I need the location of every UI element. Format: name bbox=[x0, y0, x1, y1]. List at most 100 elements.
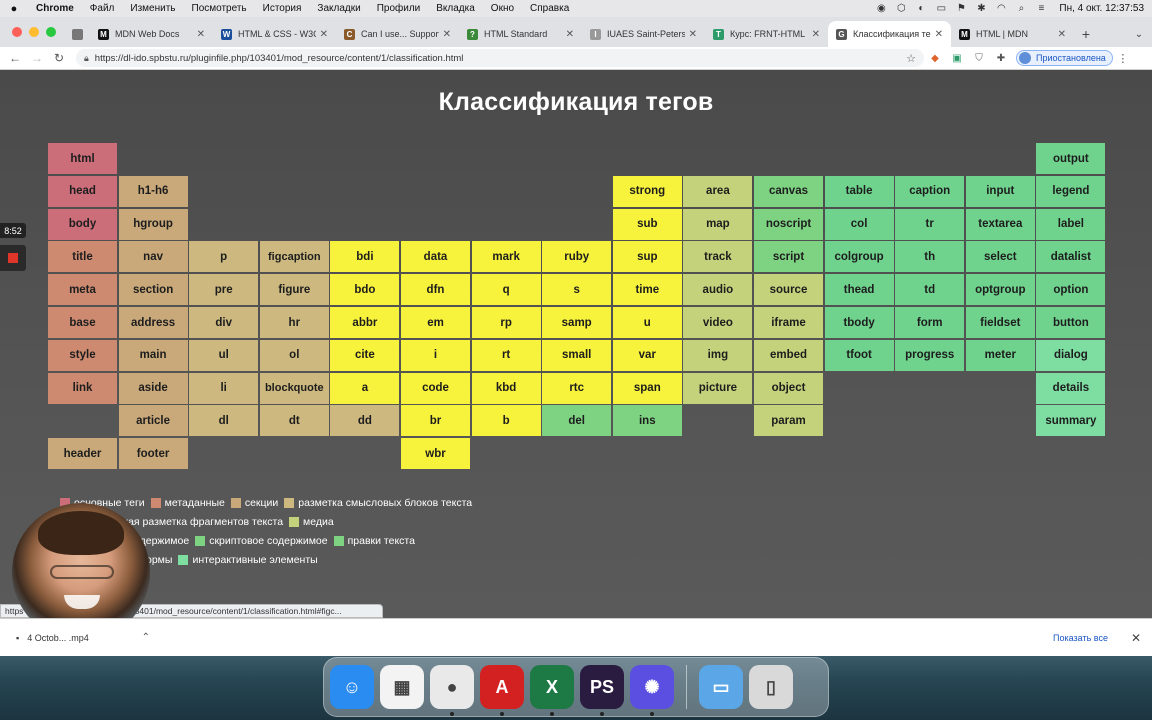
tag-cell-p[interactable]: p bbox=[189, 241, 259, 273]
tab[interactable]: ? HTML Standard ✕ bbox=[459, 21, 582, 47]
tag-cell-dialog[interactable]: dialog bbox=[1036, 339, 1106, 371]
tab[interactable] bbox=[66, 21, 90, 47]
tag-cell-picture[interactable]: picture bbox=[683, 372, 753, 404]
close-window-button[interactable] bbox=[12, 27, 22, 37]
tag-cell-noscript[interactable]: noscript bbox=[754, 208, 823, 240]
tab[interactable]: T Курс: FRNT-HTML ✕ bbox=[705, 21, 828, 47]
close-tab-icon[interactable]: ✕ bbox=[812, 29, 820, 40]
phpstorm-icon[interactable]: PS bbox=[580, 665, 624, 716]
tab[interactable]: M HTML | MDN ✕ bbox=[951, 21, 1074, 47]
tag-cell-q[interactable]: q bbox=[471, 274, 541, 306]
tag-cell-dd[interactable]: dd bbox=[330, 405, 400, 437]
tag-cell-progress[interactable]: progress bbox=[895, 339, 965, 371]
tag-cell-time[interactable]: time bbox=[612, 274, 682, 306]
chevron-up-icon[interactable]: ⌃ bbox=[142, 632, 150, 643]
finder-icon[interactable]: ☺ bbox=[330, 665, 374, 709]
puzzle-icon[interactable]: ✚ bbox=[990, 53, 1012, 64]
tag-cell-meter[interactable]: meter bbox=[965, 339, 1035, 371]
tag-cell-link[interactable]: link bbox=[48, 372, 117, 404]
tag-cell-optgroup[interactable]: optgroup bbox=[965, 274, 1035, 306]
tag-cell-caption[interactable]: caption bbox=[895, 175, 965, 207]
menu-icon[interactable]: ⋮ bbox=[1113, 52, 1133, 65]
tag-cell-bdi[interactable]: bdi bbox=[330, 241, 400, 273]
close-tab-icon[interactable]: ✕ bbox=[320, 29, 328, 40]
tag-cell-sup[interactable]: sup bbox=[612, 241, 682, 273]
bluetooth-icon[interactable]: ✱ bbox=[971, 3, 991, 14]
tag-cell-tr[interactable]: tr bbox=[895, 208, 965, 240]
tag-cell-hr[interactable]: hr bbox=[259, 307, 329, 338]
tag-cell-samp[interactable]: samp bbox=[542, 307, 612, 338]
menubar-clock[interactable]: Пн, 4 окт. 12:37:53 bbox=[1051, 3, 1144, 14]
tag-cell-ins[interactable]: ins bbox=[612, 405, 682, 437]
tag-cell-dt[interactable]: dt bbox=[259, 405, 329, 437]
app-icon[interactable]: ✺ bbox=[630, 665, 674, 716]
tag-cell-pre[interactable]: pre bbox=[189, 274, 259, 306]
tag-cell-var[interactable]: var bbox=[612, 339, 682, 371]
tag-cell-fieldset[interactable]: fieldset bbox=[965, 307, 1035, 338]
tag-cell-object[interactable]: object bbox=[754, 372, 823, 404]
tag-cell-wbr[interactable]: wbr bbox=[401, 438, 470, 470]
stop-recording-button[interactable] bbox=[0, 245, 26, 271]
menu-item[interactable]: Вкладка bbox=[428, 3, 483, 14]
menu-item[interactable]: Файл bbox=[82, 3, 123, 14]
tag-cell-details[interactable]: details bbox=[1036, 372, 1106, 404]
tag-cell-sub[interactable]: sub bbox=[612, 208, 682, 240]
launchpad-icon[interactable]: ▦ bbox=[380, 665, 424, 709]
new-tab-button[interactable]: + bbox=[1074, 21, 1098, 47]
tag-cell-em[interactable]: em bbox=[401, 307, 470, 338]
tag-cell-option[interactable]: option bbox=[1036, 274, 1106, 306]
menu-item[interactable]: Профили bbox=[369, 3, 429, 14]
tag-cell-i[interactable]: i bbox=[401, 339, 470, 371]
screen-record-icon[interactable]: ◉ bbox=[871, 3, 891, 14]
tag-cell-u[interactable]: u bbox=[612, 307, 682, 338]
reload-button[interactable]: ↻ bbox=[48, 51, 70, 65]
tag-cell-iframe[interactable]: iframe bbox=[754, 307, 823, 338]
tag-cell-track[interactable]: track bbox=[683, 241, 753, 273]
tag-cell-kbd[interactable]: kbd bbox=[471, 372, 541, 404]
tag-cell-figure[interactable]: figure bbox=[259, 274, 329, 306]
wifi-icon[interactable]: ◠ bbox=[991, 3, 1011, 14]
tab-active[interactable]: G Классификация тег ✕ bbox=[828, 21, 951, 47]
tag-cell-data[interactable]: data bbox=[401, 241, 470, 273]
tag-cell-aside[interactable]: aside bbox=[118, 372, 188, 404]
close-tab-icon[interactable]: ✕ bbox=[197, 29, 205, 40]
minimize-window-button[interactable] bbox=[29, 27, 39, 37]
search-icon[interactable]: ⌕ bbox=[1011, 3, 1031, 14]
extension-icon[interactable]: ◆ bbox=[924, 53, 946, 64]
tag-cell-b[interactable]: b bbox=[471, 405, 541, 437]
battery-icon[interactable]: ▭ bbox=[931, 3, 951, 14]
tag-cell-tbody[interactable]: tbody bbox=[824, 307, 894, 338]
tag-cell-title[interactable]: title bbox=[48, 241, 117, 273]
tag-cell-mark[interactable]: mark bbox=[471, 241, 541, 273]
menu-item[interactable]: История bbox=[255, 3, 310, 14]
tag-cell-span[interactable]: span bbox=[612, 372, 682, 404]
tag-cell-bdo[interactable]: bdo bbox=[330, 274, 400, 306]
tag-cell-h1-h6[interactable]: h1-h6 bbox=[118, 175, 188, 207]
excel-icon[interactable]: X bbox=[530, 665, 574, 716]
tag-cell-area[interactable]: area bbox=[683, 175, 753, 207]
forward-button[interactable]: → bbox=[26, 51, 48, 65]
apple-icon[interactable]: ● bbox=[0, 3, 28, 15]
tag-cell-address[interactable]: address bbox=[118, 307, 188, 338]
tag-cell-nav[interactable]: nav bbox=[118, 241, 188, 273]
close-icon[interactable]: ✕ bbox=[1126, 631, 1146, 645]
tag-cell-section[interactable]: section bbox=[118, 274, 188, 306]
tag-cell-ul[interactable]: ul bbox=[189, 339, 259, 371]
tag-cell-ruby[interactable]: ruby bbox=[542, 241, 612, 273]
wifi-speed-icon[interactable]: ◐ bbox=[911, 3, 931, 14]
tag-cell-style[interactable]: style bbox=[48, 339, 117, 371]
lock-icon[interactable]: 🔒︎ bbox=[84, 53, 89, 64]
tag-cell-strong[interactable]: strong bbox=[612, 175, 682, 207]
tag-cell-legend[interactable]: legend bbox=[1036, 175, 1106, 207]
tag-cell-tfoot[interactable]: tfoot bbox=[824, 339, 894, 371]
close-tab-icon[interactable]: ✕ bbox=[935, 29, 943, 40]
back-button[interactable]: ← bbox=[4, 51, 26, 65]
folder-icon[interactable]: ▭ bbox=[699, 665, 743, 709]
menu-item[interactable]: Посмотреть bbox=[184, 3, 255, 14]
tag-cell-head[interactable]: head bbox=[48, 175, 117, 207]
tag-cell-s[interactable]: s bbox=[542, 274, 612, 306]
show-all-downloads-link[interactable]: Показать все bbox=[1053, 633, 1108, 643]
menu-item[interactable]: Справка bbox=[522, 3, 577, 14]
tag-cell-body[interactable]: body bbox=[48, 208, 117, 240]
flag-icon[interactable]: ⚑ bbox=[951, 3, 971, 14]
